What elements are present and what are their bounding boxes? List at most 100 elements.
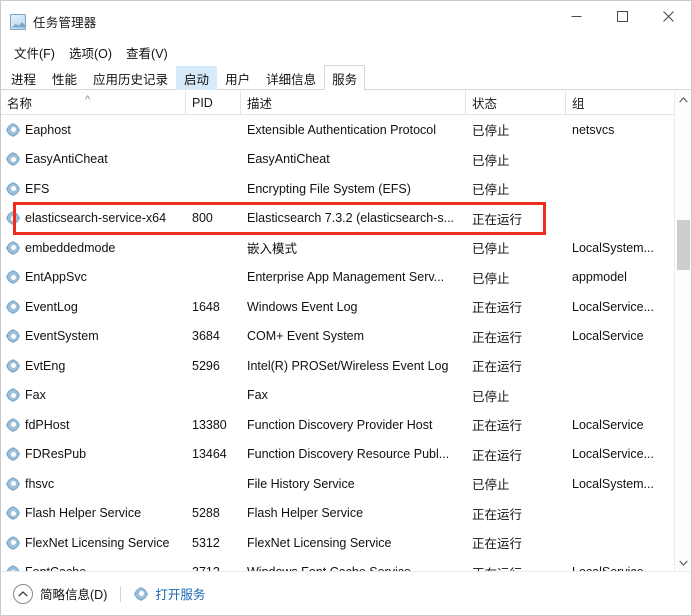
scroll-down-icon[interactable]: [675, 554, 692, 571]
cell-name: EFS: [1, 182, 186, 196]
service-gear-icon: [6, 211, 20, 225]
cell-desc: File History Service: [247, 476, 355, 491]
table-row[interactable]: EventLog 1648 Windows Event Log 正在运行 LocalSe…: [1, 292, 690, 322]
menu-bar: 文件(F) 选项(O) 查看(V): [1, 41, 691, 64]
menu-options[interactable]: 选项(O): [64, 41, 121, 64]
tab-app-history[interactable]: 应用历史记录: [85, 66, 176, 90]
column-header-row: 名称 ^ PID 描述 状态 组: [1, 91, 690, 115]
title-bar: 任务管理器: [1, 1, 691, 41]
cell-status: 正在运行: [472, 448, 523, 463]
table-row[interactable]: Eaphost Extensible Authentication Protoco…: [1, 115, 690, 145]
table-row[interactable]: fhsvc File History Service 已停止 LocalSystem.…: [1, 469, 690, 499]
vertical-scrollbar[interactable]: [674, 91, 691, 571]
service-name-label: Flash Helper Service: [25, 506, 142, 521]
column-header-status-label: 状态: [472, 97, 498, 111]
tab-startup[interactable]: 启动: [176, 66, 218, 90]
table-row[interactable]: EFS Encrypting File System (EFS) 已停止: [1, 174, 690, 204]
cell-desc: Elasticsearch 7.3.2 (elasticsearch-s...: [247, 211, 455, 226]
service-gear-icon: [6, 447, 20, 461]
service-gear-icon: [6, 565, 20, 571]
menu-file[interactable]: 文件(F): [9, 41, 64, 64]
open-services-button[interactable]: 打开服务: [134, 584, 205, 603]
cell-status: 已停止: [472, 124, 510, 139]
cell-desc: Fax: [247, 388, 268, 403]
table-row[interactable]: EventSystem 3684 COM+ Event System 正在运行 Loca…: [1, 321, 690, 351]
table-row[interactable]: EntAppSvc Enterprise App Management Serv.…: [1, 262, 690, 292]
table-row[interactable]: elasticsearch-service-x64 800 Elasticsearc…: [1, 203, 690, 233]
cell-group: LocalService...: [572, 299, 654, 314]
service-gear-icon: [6, 418, 20, 432]
table-row[interactable]: EvtEng 5296 Intel(R) PROSet/Wireless Event…: [1, 351, 690, 381]
column-header-pid[interactable]: PID: [186, 91, 241, 114]
cell-name: FontCache: [1, 565, 186, 571]
table-row[interactable]: embeddedmode 嵌入模式 已停止 LocalSystem...: [1, 233, 690, 263]
scrollbar-track[interactable]: [675, 108, 692, 554]
service-gear-icon: [6, 182, 20, 196]
column-header-description[interactable]: 描述: [241, 91, 466, 114]
task-manager-window: 任务管理器 文件(F) 选项(O) 查看(V) 进程 性能 应用历史记录 启动 用户 详细信息…: [0, 0, 692, 616]
tab-details[interactable]: 详细信息: [258, 66, 324, 90]
table-row[interactable]: FontCache 3712Windows Font Cache Service正…: [1, 557, 690, 571]
service-gear-icon: [6, 536, 20, 550]
cell-pid: 3712: [186, 565, 241, 571]
table-row[interactable]: EasyAntiCheat EasyAntiCheat 已停止: [1, 144, 690, 174]
cell-status: 正在运行: [472, 419, 523, 434]
service-name-label: Fax: [25, 388, 46, 403]
title-bar-left: 任务管理器: [1, 1, 97, 31]
tab-strip: 进程 性能 应用历史记录 启动 用户 详细信息 服务: [1, 64, 691, 90]
cell-status: 已停止: [472, 478, 510, 493]
cell-pid: 13380: [192, 417, 227, 432]
service-name-label: EntAppSvc: [25, 270, 87, 285]
column-header-name[interactable]: 名称 ^: [1, 91, 186, 114]
service-gear-icon: [6, 300, 20, 314]
services-listview: 名称 ^ PID 描述 状态 组 Eaphost Extensible Authe…: [1, 91, 691, 571]
tab-services[interactable]: 服务: [324, 65, 366, 90]
services-rows: Eaphost Extensible Authentication Protoco…: [1, 115, 690, 571]
table-row[interactable]: FlexNet Licensing Service 5312 FlexNet Lic…: [1, 528, 690, 558]
cell-name: EvtEng: [1, 359, 186, 373]
table-row[interactable]: FDResPub 13464 Function Discovery Resource…: [1, 439, 690, 469]
service-name-label: fdPHost: [25, 417, 70, 432]
service-name-label: FontCache: [25, 565, 86, 571]
service-name-label: elasticsearch-service-x64: [25, 211, 167, 226]
cell-desc: Extensible Authentication Protocol: [247, 122, 437, 137]
cell-group: LocalService: [572, 417, 644, 432]
cell-name: Fax: [1, 388, 186, 402]
maximize-icon[interactable]: [599, 1, 645, 31]
cell-status: 已停止: [472, 183, 510, 198]
cell-name: elasticsearch-service-x64: [1, 211, 186, 225]
column-header-group-label: 组: [572, 97, 585, 111]
scroll-up-icon[interactable]: [675, 91, 692, 108]
window-title: 任务管理器: [33, 16, 97, 30]
chevron-up-icon: [13, 583, 33, 604]
cell-name: fdPHost: [1, 418, 186, 432]
cell-group: LocalService: [566, 565, 690, 571]
scrollbar-thumb[interactable]: [676, 220, 690, 270]
service-name-label: EasyAntiCheat: [25, 152, 108, 167]
tab-processes[interactable]: 进程: [3, 66, 44, 90]
cell-pid: 5288: [192, 506, 220, 521]
service-name-label: EventLog: [25, 299, 78, 314]
table-row[interactable]: Fax Fax 已停止: [1, 380, 690, 410]
fewer-details-button[interactable]: 简略信息(D): [13, 583, 107, 604]
table-row[interactable]: Flash Helper Service 5288 Flash Helper Ser…: [1, 498, 690, 528]
cell-status: 已停止: [472, 389, 510, 404]
cell-desc: Intel(R) PROSet/Wireless Event Log: [247, 358, 449, 373]
menu-view[interactable]: 查看(V): [121, 41, 177, 64]
column-header-group[interactable]: 组: [566, 91, 690, 114]
column-header-status[interactable]: 状态: [466, 91, 566, 114]
window-controls: [553, 1, 691, 31]
cell-name: embeddedmode: [1, 241, 186, 255]
table-row[interactable]: fdPHost 13380 Function Discovery Provider …: [1, 410, 690, 440]
close-icon[interactable]: [645, 1, 691, 31]
tab-users[interactable]: 用户: [217, 66, 258, 90]
minimize-icon[interactable]: [553, 1, 599, 31]
cell-pid: 5312: [192, 535, 220, 550]
open-services-label: 打开服务: [155, 588, 206, 602]
cell-status: 正在运行: [472, 330, 523, 345]
cell-desc: Windows Font Cache Service: [241, 565, 466, 571]
cell-status: 正在运行: [472, 212, 523, 227]
tab-performance[interactable]: 性能: [44, 66, 85, 90]
cell-name: fhsvc: [1, 477, 186, 491]
service-name-label: FlexNet Licensing Service: [25, 535, 170, 550]
